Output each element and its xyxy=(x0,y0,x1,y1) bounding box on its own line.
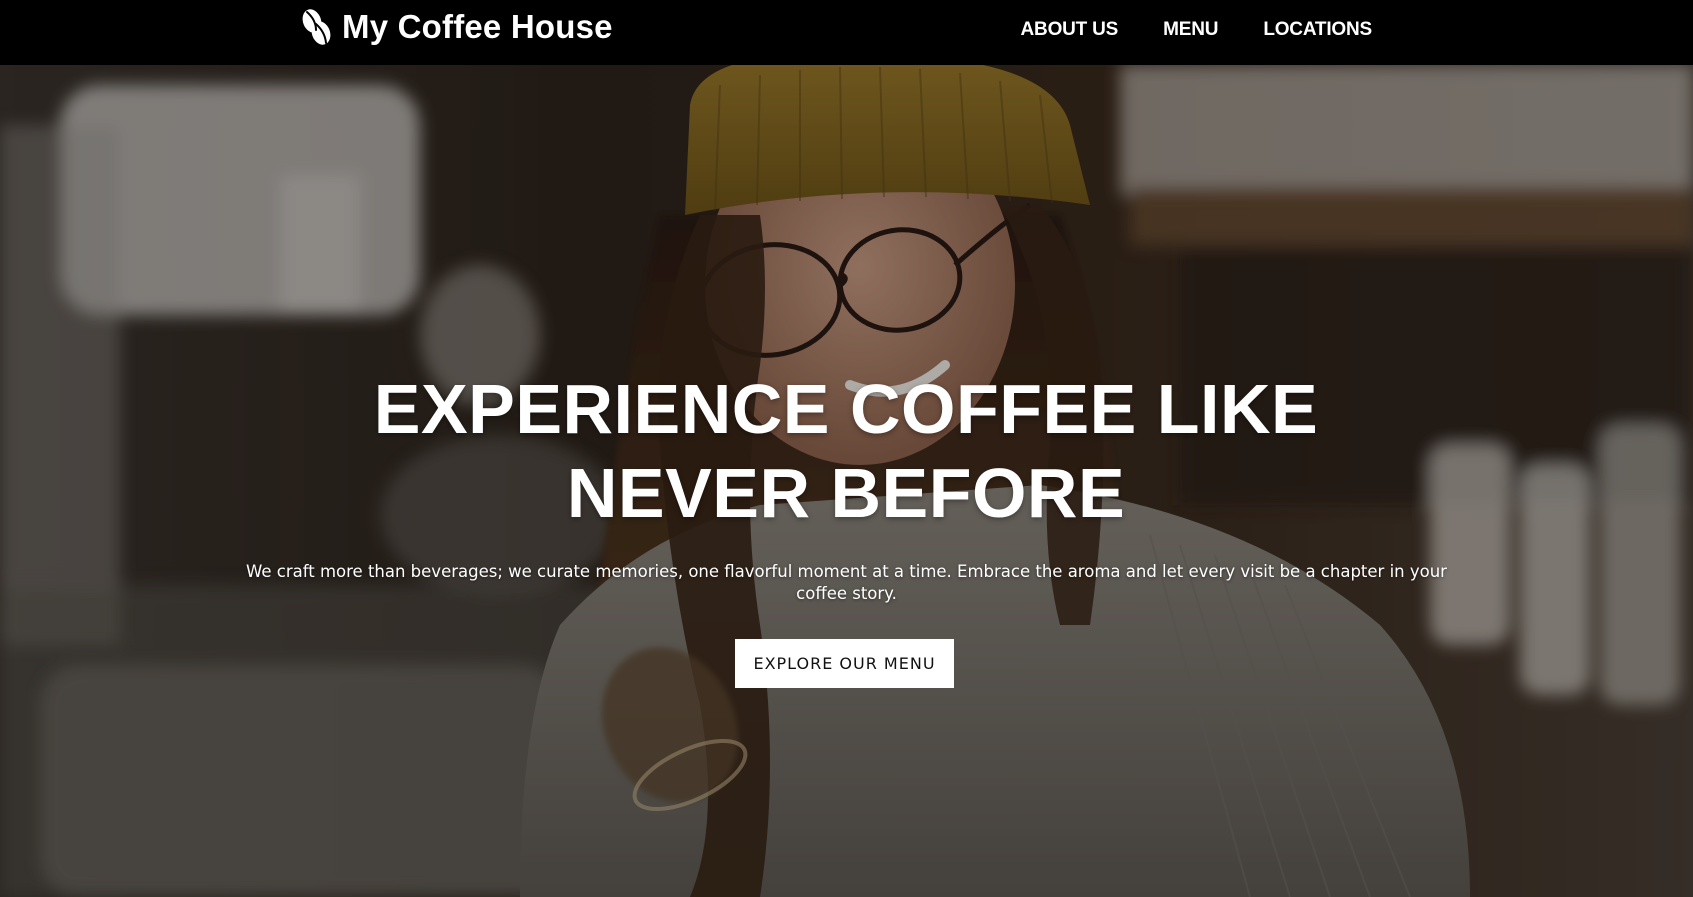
hero-title: EXPERIENCE COFFEE LIKE NEVER BEFORE xyxy=(373,370,1319,532)
top-navbar: My Coffee House ABOUT US MENU LOCATIONS xyxy=(0,0,1693,65)
nav-locations[interactable]: LOCATIONS xyxy=(1263,18,1372,42)
hero-section: EXPERIENCE COFFEE LIKE NEVER BEFORE We c… xyxy=(0,65,1693,897)
explore-menu-button[interactable]: EXPLORE OUR MENU xyxy=(735,639,954,688)
coffee-beans-icon xyxy=(300,8,334,46)
nav-menu[interactable]: MENU xyxy=(1163,18,1218,42)
main-nav: ABOUT US MENU LOCATIONS xyxy=(1021,18,1373,42)
brand-name: My Coffee House xyxy=(342,8,613,45)
nav-about-us[interactable]: ABOUT US xyxy=(1021,18,1119,42)
brand-link[interactable]: My Coffee House xyxy=(300,8,613,46)
landing-page: My Coffee House ABOUT US MENU LOCATIONS xyxy=(0,0,1693,897)
hero-description: We craft more than beverages; we curate … xyxy=(246,562,1447,603)
hero-content: EXPERIENCE COFFEE LIKE NEVER BEFORE We c… xyxy=(0,65,1693,897)
